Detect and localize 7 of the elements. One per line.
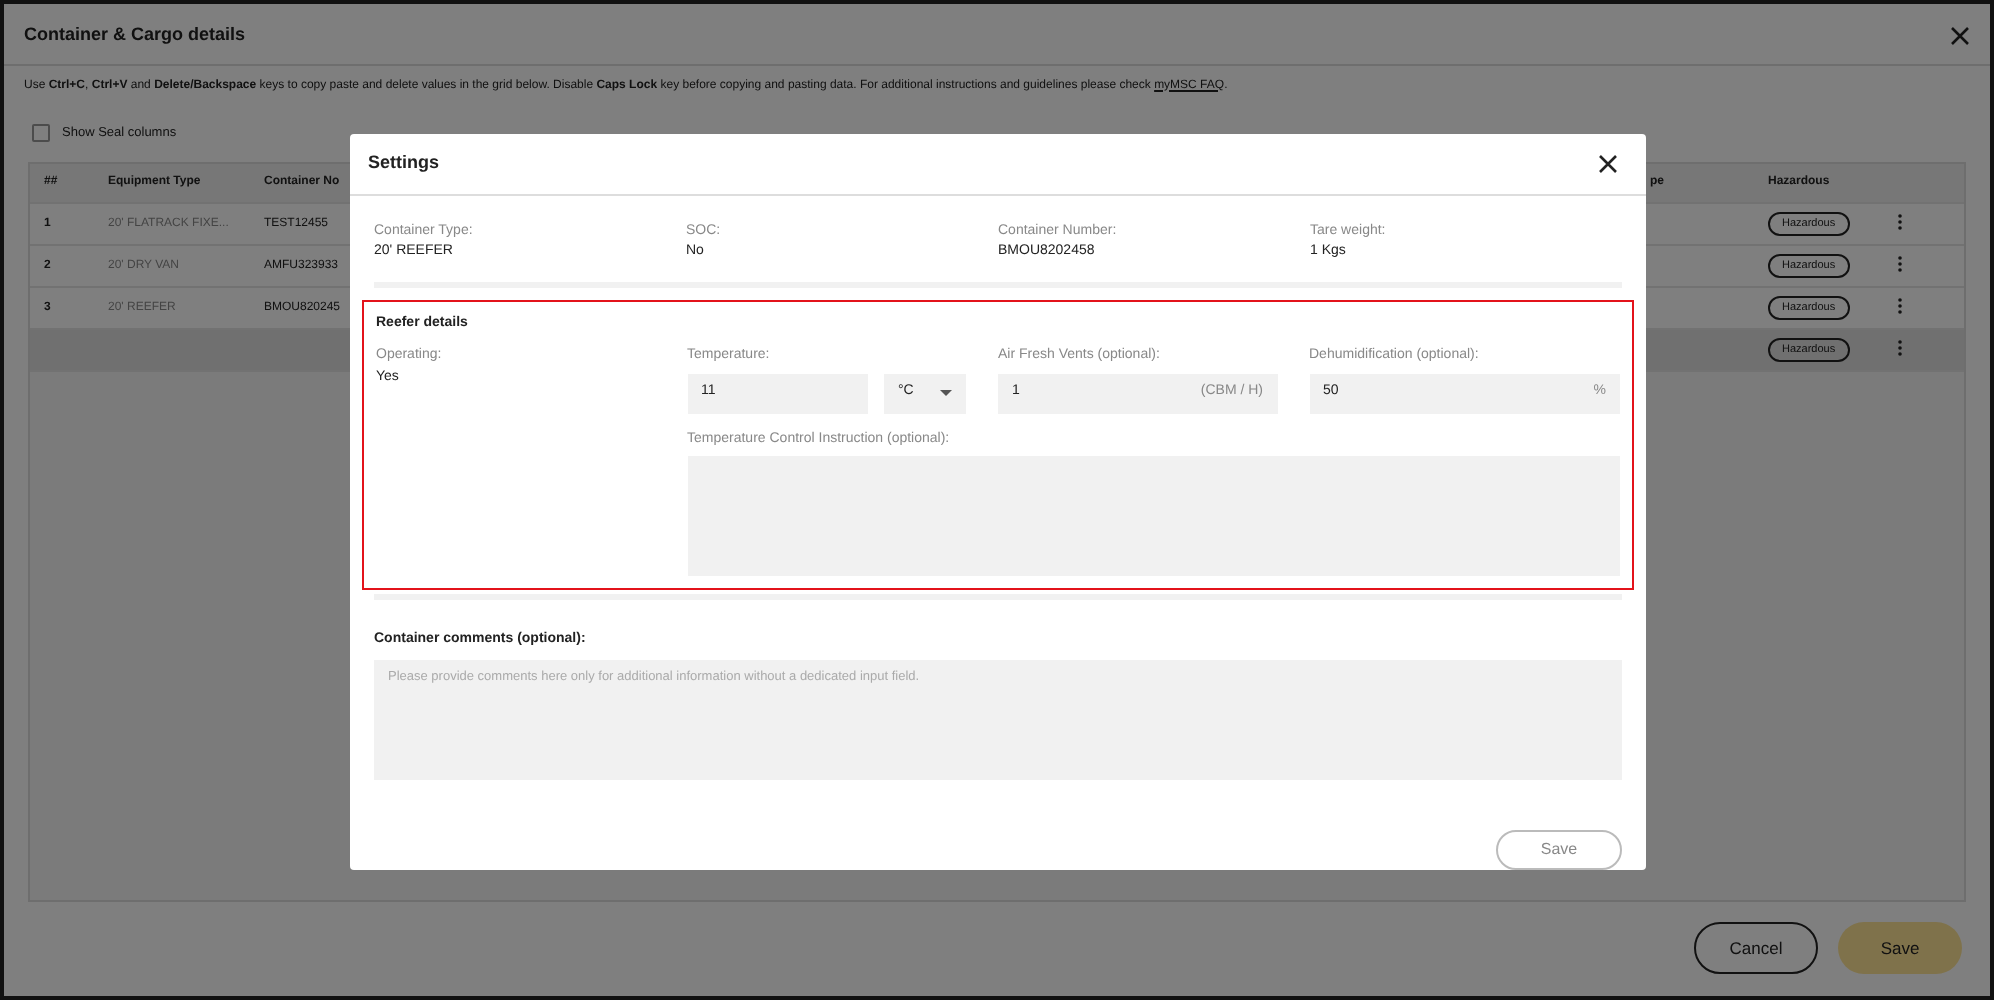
close-icon[interactable] — [1598, 153, 1618, 174]
save-button[interactable]: Save — [1838, 922, 1962, 974]
checkbox[interactable] — [32, 123, 50, 142]
caret-icon — [940, 390, 952, 396]
page-title: Container & Cargo details — [24, 22, 246, 48]
cancel-button[interactable]: Cancel — [1694, 922, 1818, 974]
dialog-title: Settings — [368, 150, 440, 176]
